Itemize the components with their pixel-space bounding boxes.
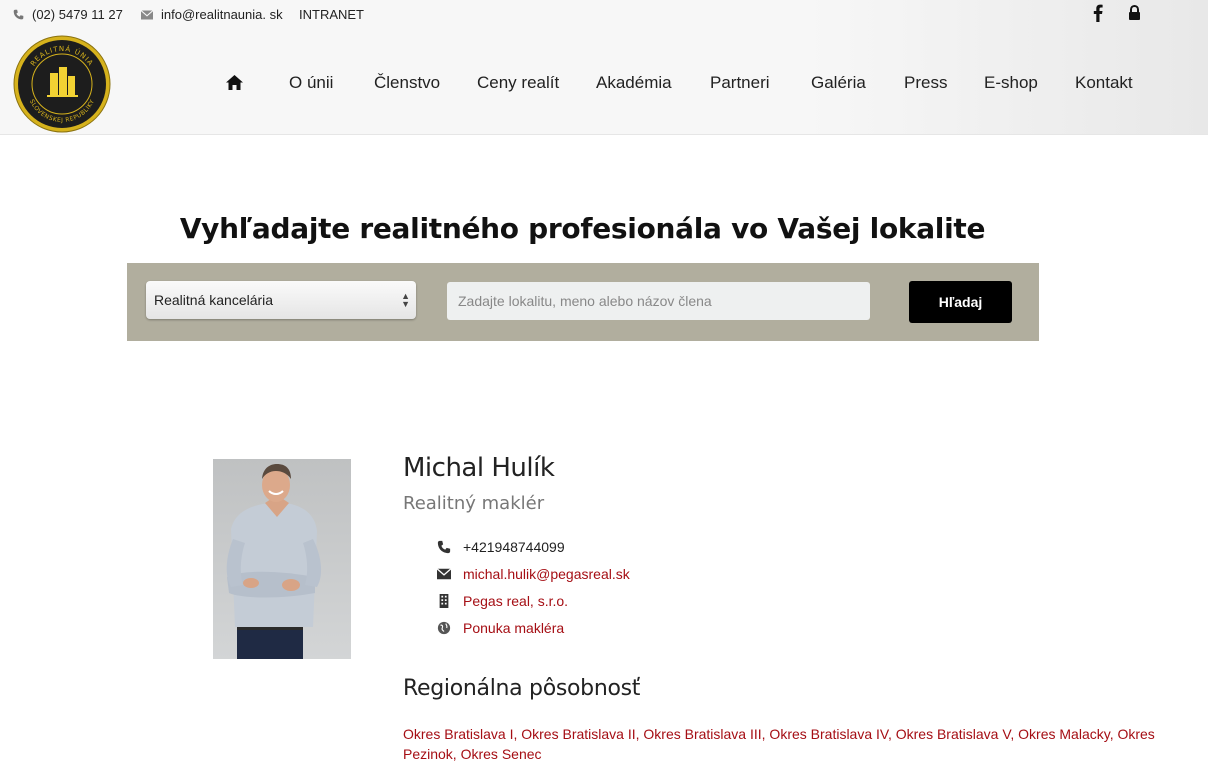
search-button[interactable]: Hľadaj: [909, 281, 1012, 323]
nav-home[interactable]: [226, 75, 243, 95]
top-email[interactable]: info@realitnaunia. sk: [141, 7, 283, 22]
login-link[interactable]: [1128, 4, 1141, 23]
intranet-link[interactable]: INTRANET: [299, 7, 364, 22]
region-list: Okres Bratislava I, Okres Bratislava II,…: [403, 724, 1163, 764]
top-phone[interactable]: (02) 5479 11 27: [13, 7, 123, 22]
contact-phone: +421948744099: [437, 539, 565, 555]
search-title: Vyhľadajte realitného profesionála vo Va…: [179, 212, 986, 245]
region-title: Regionálna pôsobnosť: [403, 676, 641, 701]
category-select[interactable]: Realitná kancelária ▲ ▼: [146, 281, 416, 319]
building-icon: [439, 594, 449, 608]
intranet-label: INTRANET: [299, 7, 364, 22]
mail-icon: [141, 9, 153, 19]
mail-icon: [437, 568, 451, 580]
contact-phone-text: +421948744099: [463, 539, 565, 555]
site-header: (02) 5479 11 27 info@realitnaunia. sk IN…: [0, 0, 1208, 135]
contact-company-link[interactable]: Pegas real, s.r.o.: [463, 593, 568, 609]
phone-icon: [13, 9, 24, 20]
facebook-link[interactable]: [1093, 4, 1103, 25]
agent-portrait: [213, 459, 351, 659]
logo-emblem: REALITNÁ ÚNIA SLOVENSKEJ REPUBLIKY: [13, 35, 111, 133]
nav-item-partneri[interactable]: Partneri: [710, 73, 770, 93]
agent-role: Realitný maklér: [403, 493, 545, 514]
search-input[interactable]: [447, 282, 870, 320]
nav-item-o-unii[interactable]: O únii: [289, 73, 333, 93]
contact-offer: Ponuka makléra: [437, 620, 564, 636]
top-phone-text: (02) 5479 11 27: [32, 7, 123, 22]
globe-icon: [437, 621, 451, 635]
agent-photo: [213, 459, 351, 659]
lock-icon: [1129, 4, 1140, 20]
nav-item-clenstvo[interactable]: Členstvo: [374, 73, 440, 93]
logo[interactable]: REALITNÁ ÚNIA SLOVENSKEJ REPUBLIKY: [13, 35, 111, 133]
search-form: Realitná kancelária ▲▼ Hľadaj: [127, 263, 1039, 341]
facebook-icon: [1093, 4, 1103, 22]
nav-item-kontakt[interactable]: Kontakt: [1075, 73, 1133, 93]
top-email-text: info@realitnaunia. sk: [161, 7, 283, 22]
category-select-value: Realitná kancelária: [154, 292, 274, 308]
contact-company: Pegas real, s.r.o.: [437, 593, 568, 609]
top-bar: (02) 5479 11 27 info@realitnaunia. sk IN…: [0, 0, 1208, 30]
contact-offer-link[interactable]: Ponuka makléra: [463, 620, 564, 636]
nav-item-eshop[interactable]: E-shop: [984, 73, 1038, 93]
nav-item-ceny-realit[interactable]: Ceny realít: [477, 73, 559, 93]
phone-icon: [437, 540, 451, 554]
nav-item-press[interactable]: Press: [904, 73, 947, 93]
agent-name: Michal Hulík: [403, 453, 555, 483]
contact-email: michal.hulik@pegasreal.sk: [437, 566, 630, 582]
nav-item-galeria[interactable]: Galéria: [811, 73, 866, 93]
region-links[interactable]: Okres Bratislava I, Okres Bratislava II,…: [403, 726, 1155, 762]
contact-email-link[interactable]: michal.hulik@pegasreal.sk: [463, 566, 630, 582]
nav-item-akademia[interactable]: Akadémia: [596, 73, 672, 93]
home-icon: [226, 75, 243, 90]
select-arrows-icon: ▲ ▼: [401, 291, 410, 309]
